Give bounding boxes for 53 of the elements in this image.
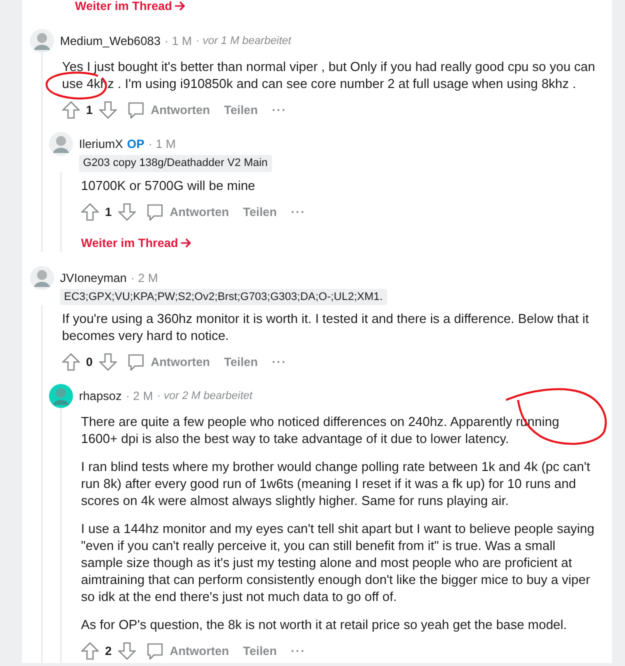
comment-text: 10700K or 5700G will be mine	[81, 176, 256, 194]
upvote-icon	[81, 642, 99, 660]
comment-icon	[126, 101, 145, 119]
comment-text: I ran blind tests where my brother would change polling rate between 1k and 4k (pc can't run 8k) after every good run of 1w6ts (meaning I reset if it was a fk up) for 10 runs and scores on 4k were almost always slightly higher. Same for runs playing air.	[81, 458, 592, 509]
username[interactable]: IleriumX	[79, 135, 124, 153]
downvote-icon	[98, 101, 117, 119]
comment-icon	[146, 202, 164, 220]
upvote-icon	[62, 101, 80, 119]
op-label: OP	[127, 136, 144, 153]
username[interactable]: rhapsoz	[79, 387, 122, 405]
comment-text: As for OP's question, the 8k is not worth it at retail price so yeah get the base model.	[81, 616, 568, 633]
vote-count: 1	[105, 204, 112, 220]
upvote-icon	[81, 202, 99, 220]
avatar-icon	[49, 132, 73, 156]
downvote-icon	[118, 642, 136, 660]
edited-note: · vor 2 M bearbeitet	[157, 388, 252, 404]
continue-thread-link[interactable]: Weiter im Thread	[75, 0, 608, 15]
reply-button[interactable]: Antworten	[144, 202, 232, 220]
reply-button[interactable]: Antworten	[124, 101, 212, 119]
more-button[interactable]: ···	[270, 353, 289, 371]
downvote-icon	[98, 353, 117, 371]
username[interactable]: JVIoneyman	[60, 268, 127, 286]
reply-button[interactable]: Antworten	[144, 642, 232, 660]
downvote-icon	[118, 202, 136, 220]
share-button[interactable]: Teilen	[241, 202, 279, 220]
vote-count: 1	[86, 102, 93, 119]
comment-time: · 1 M	[148, 136, 176, 153]
share-button[interactable]: Teilen	[222, 101, 260, 119]
more-button[interactable]: ···	[288, 202, 308, 220]
reply-button[interactable]: Antworten	[124, 353, 212, 371]
edited-note: · vor 1 M bearbeitet	[196, 34, 292, 49]
avatar-icon	[49, 384, 73, 408]
comment-icon	[126, 353, 145, 371]
username[interactable]: Medium_Web6083	[60, 32, 161, 50]
more-button[interactable]: ···	[270, 101, 289, 119]
continue-thread-link[interactable]: Weiter im Thread	[81, 234, 598, 252]
vote-count: 0	[86, 354, 93, 371]
avatar-icon	[30, 266, 54, 290]
upvote-icon	[62, 353, 80, 371]
arrow-icon	[174, 0, 186, 12]
share-button[interactable]: Teilen	[222, 353, 260, 371]
comment-time: · 2 M	[126, 388, 154, 405]
vote-count: 2	[105, 643, 112, 660]
comment-time: · 1 M	[164, 33, 192, 50]
arrow-icon	[180, 236, 192, 248]
more-button[interactable]: ···	[288, 642, 308, 660]
share-button[interactable]: Teilen	[241, 642, 279, 660]
comment-icon	[146, 642, 164, 660]
comment-text: If you're using a 360hz monitor it is worth it. I tested it and there is a difference. Below that it becomes very hard to notice.	[62, 310, 590, 344]
comment-text: I use a 144hz monitor and my eyes can't tell shit apart but I want to believe people saying "even if you can't really perceive it, you can still benefit from it" is true. Was a small sample size though as it's just my testing alone and most people who are proficient at aimtraining that can perform consistently enough don't like the bigger mice to buy a viper so idk at the end there's just not much data to go off of.	[81, 520, 596, 605]
user-flair: G203 copy 138g/Deathadder V2 Main	[79, 155, 272, 172]
user-flair: EC3;GPX;VU;KPA;PW;S2;Ov2;Brst;G703;G303;DA;O-;UL2;XM1.	[60, 288, 387, 305]
comment-time: · 2 M	[130, 270, 158, 286]
